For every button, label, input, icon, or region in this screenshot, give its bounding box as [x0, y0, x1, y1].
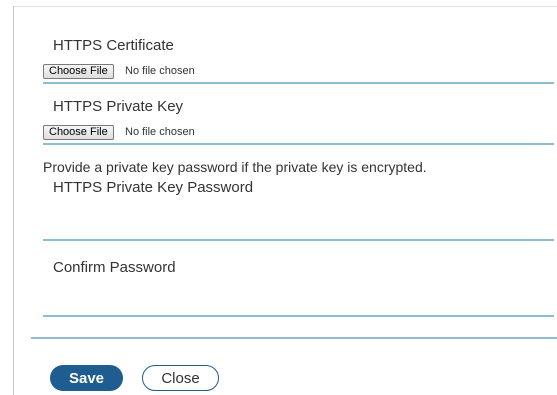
- confirm-password-label: Confirm Password: [53, 259, 176, 276]
- private-key-password-input[interactable]: [43, 217, 554, 241]
- https-certificate-file-input[interactable]: Choose File No file chosen: [43, 64, 554, 84]
- https-private-key-file-input[interactable]: Choose File No file chosen: [43, 125, 554, 145]
- https-settings-dialog: HTTPS Certificate Choose File No file ch…: [13, 6, 557, 395]
- save-button[interactable]: Save: [50, 365, 123, 391]
- https-private-key-label: HTTPS Private Key: [53, 98, 184, 115]
- https-certificate-label: HTTPS Certificate: [53, 37, 174, 54]
- private-key-password-label: HTTPS Private Key Password: [53, 179, 254, 196]
- confirm-password-input[interactable]: [43, 293, 554, 317]
- close-button[interactable]: Close: [142, 365, 219, 391]
- https-private-key-file-status: No file chosen: [125, 126, 195, 138]
- https-private-key-choose-file-button[interactable]: Choose File: [43, 125, 114, 140]
- private-key-info-text: Provide a private key password if the pr…: [43, 159, 427, 175]
- https-certificate-choose-file-button[interactable]: Choose File: [43, 64, 114, 79]
- footer-divider: [31, 337, 557, 339]
- https-certificate-file-status: No file chosen: [125, 65, 195, 77]
